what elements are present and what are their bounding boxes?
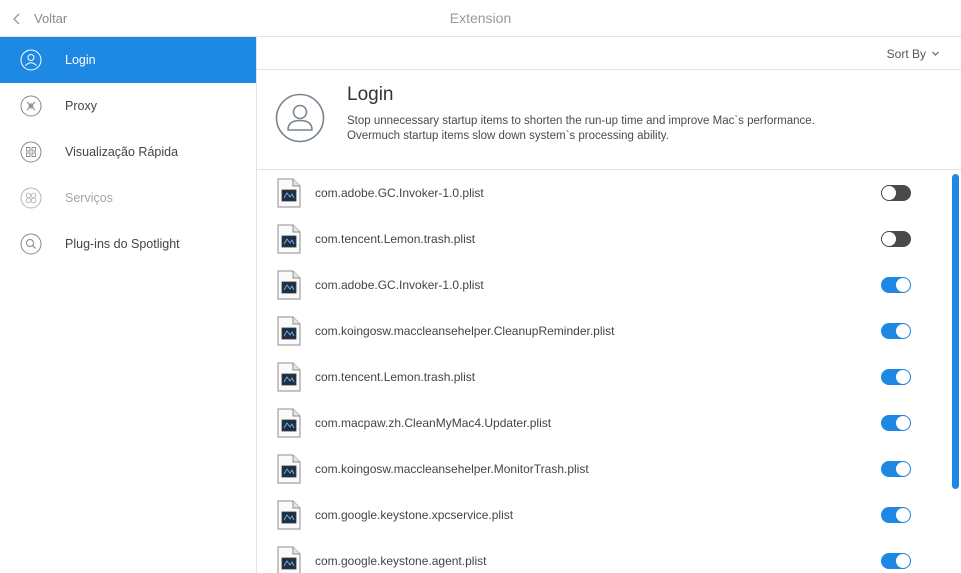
description-line: Overmuch startup items slow down system`… [347,130,669,142]
toggle-knob [896,324,910,338]
sidebar-item-label: Visualização Rápida [65,145,179,159]
list-item: com.macpaw.zh.CleanMyMac4.Updater.plist [257,400,947,446]
plist-file-icon [277,546,301,573]
sidebar-item-services[interactable]: Serviços [0,175,256,221]
item-name: com.macpaw.zh.CleanMyMac4.Updater.plist [315,416,552,430]
startup-items-list: com.adobe.GC.Invoker-1.0.plist com.tencen… [257,170,961,573]
plist-file-icon [277,178,301,208]
scrollbar[interactable] [952,174,959,489]
list-item: com.tencent.Lemon.trash.plist [257,216,947,262]
item-toggle[interactable] [881,185,911,201]
toggle-knob [896,278,910,292]
sidebar: Login Proxy Visualização Rápida Serviços… [0,37,257,573]
item-toggle[interactable] [881,369,911,385]
item-name: com.tencent.Lemon.trash.plist [315,370,476,384]
item-toggle[interactable] [881,277,911,293]
chevron-down-icon [931,47,940,61]
list-item: com.google.keystone.agent.plist [257,538,947,573]
sort-by-button[interactable]: Sort By [887,37,940,70]
page-title: Login [347,84,394,105]
title-bar: Voltar Extension [0,0,961,37]
item-toggle[interactable] [881,231,911,247]
plist-file-icon [277,454,301,484]
item-name: com.adobe.GC.Invoker-1.0.plist [315,186,484,200]
list-item: com.adobe.GC.Invoker-1.0.plist [257,262,947,308]
toggle-knob [882,232,896,246]
sort-bar: Sort By [257,37,961,70]
toggle-knob [896,508,910,522]
plist-file-icon [277,408,301,438]
sort-by-label: Sort By [886,46,926,61]
plist-file-icon [277,362,301,392]
item-name: com.koingosw.maccleansehelper.CleanupRem… [315,324,615,338]
sidebar-item-label: Proxy [65,99,97,113]
list-item: com.koingosw.maccleansehelper.CleanupRem… [257,308,947,354]
sidebar-item-proxy[interactable]: Proxy [0,83,256,129]
plist-file-icon [277,270,301,300]
item-name: com.google.keystone.xpcservice.plist [315,508,514,522]
sidebar-item-label: Login [65,53,96,67]
plist-file-icon [277,224,301,254]
item-name: com.koingosw.maccleansehelper.MonitorTra… [315,462,589,476]
user-icon [275,93,325,143]
item-name: com.adobe.GC.Invoker-1.0.plist [315,278,484,292]
toggle-knob [896,370,910,384]
services-icon [20,187,42,209]
user-icon [20,49,42,71]
item-name: com.google.keystone.agent.plist [315,554,487,568]
item-toggle[interactable] [881,553,911,569]
page-description: Stop unnecessary startup items to shorte… [347,114,907,144]
plist-file-icon [277,500,301,530]
item-toggle[interactable] [881,507,911,523]
list-item: com.adobe.GC.Invoker-1.0.plist [257,170,947,216]
toggle-knob [896,416,910,430]
description-line: Stop unnecessary startup items to shorte… [347,115,815,127]
section-header: Login Stop unnecessary startup items to … [257,70,961,170]
sidebar-item-spotlight-plugins[interactable]: Plug-ins do Spotlight [0,221,256,267]
sidebar-item-label: Serviços [65,191,113,205]
list-item: com.tencent.Lemon.trash.plist [257,354,947,400]
quick-look-icon [20,141,42,163]
search-icon [20,233,42,255]
window-title: Extension [449,10,512,26]
sidebar-item-label: Plug-ins do Spotlight [65,237,180,251]
proxy-icon [20,95,42,117]
plist-file-icon [277,316,301,346]
main-panel: Sort By Login Stop unnecessary startup i… [257,37,961,573]
list-item: com.koingosw.maccleansehelper.MonitorTra… [257,446,947,492]
item-toggle[interactable] [881,323,911,339]
sidebar-item-login[interactable]: Login [0,37,256,83]
list-item: com.google.keystone.xpcservice.plist [257,492,947,538]
toggle-knob [896,462,910,476]
item-toggle[interactable] [881,461,911,477]
sidebar-item-quick-look[interactable]: Visualização Rápida [0,129,256,175]
toggle-knob [896,554,910,568]
toggle-knob [882,186,896,200]
item-toggle[interactable] [881,415,911,431]
item-name: com.tencent.Lemon.trash.plist [315,232,476,246]
